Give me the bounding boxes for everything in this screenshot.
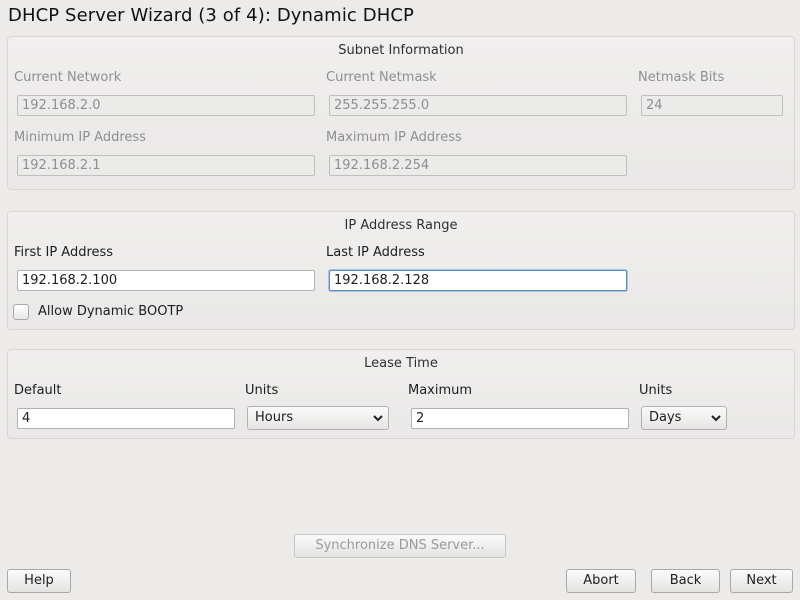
maximum-ip-label: Maximum IP Address: [326, 130, 462, 145]
ip-address-range-title: IP Address Range: [344, 218, 458, 233]
abort-button[interactable]: Abort: [566, 569, 636, 593]
minimum-ip-label: Minimum IP Address: [14, 130, 146, 145]
maximum-lease-input[interactable]: 2: [411, 408, 629, 429]
allow-bootp-checkbox[interactable]: [13, 304, 29, 320]
default-lease-input[interactable]: 4: [17, 408, 235, 429]
subnet-information-title: Subnet Information: [338, 43, 464, 58]
maximum-ip-field: 192.168.2.254: [329, 155, 627, 176]
default-units-label: Units: [245, 383, 279, 398]
next-button[interactable]: Next: [730, 569, 793, 593]
current-network-field: 192.168.2.0: [17, 95, 315, 116]
current-network-label: Current Network: [14, 70, 122, 85]
lease-time-title: Lease Time: [364, 356, 438, 371]
chevron-down-icon: [711, 415, 721, 422]
maximum-units-value: Days: [649, 410, 682, 425]
lease-time-frame: Lease Time Default 4 Units Hours Maximum…: [7, 349, 795, 439]
maximum-units-label: Units: [639, 383, 673, 398]
last-ip-input[interactable]: 192.168.2.128: [329, 270, 627, 291]
netmask-bits-field: 24: [641, 95, 783, 116]
synchronize-dns-button[interactable]: Synchronize DNS Server...: [294, 534, 506, 558]
dhcp-wizard-window: DHCP Server Wizard (3 of 4): Dynamic DHC…: [0, 0, 800, 600]
chevron-down-icon: [373, 415, 383, 422]
maximum-units-select[interactable]: Days: [641, 406, 727, 430]
minimum-ip-field: 192.168.2.1: [17, 155, 315, 176]
current-netmask-label: Current Netmask: [326, 70, 437, 85]
subnet-information-frame: Subnet Information Current Network 192.1…: [7, 36, 795, 190]
help-button[interactable]: Help: [7, 569, 71, 593]
netmask-bits-label: Netmask Bits: [638, 70, 725, 85]
first-ip-label: First IP Address: [14, 245, 114, 260]
last-ip-label: Last IP Address: [326, 245, 425, 260]
first-ip-input[interactable]: 192.168.2.100: [17, 270, 315, 291]
default-units-select[interactable]: Hours: [247, 406, 389, 430]
back-button[interactable]: Back: [651, 569, 720, 593]
current-netmask-field: 255.255.255.0: [329, 95, 627, 116]
ip-address-range-frame: IP Address Range First IP Address 192.16…: [7, 211, 795, 330]
maximum-lease-label: Maximum: [408, 383, 473, 398]
default-units-value: Hours: [255, 410, 294, 425]
allow-bootp-label[interactable]: Allow Dynamic BOOTP: [38, 304, 183, 319]
wizard-title: DHCP Server Wizard (3 of 4): Dynamic DHC…: [8, 5, 414, 26]
default-lease-label: Default: [14, 383, 62, 398]
